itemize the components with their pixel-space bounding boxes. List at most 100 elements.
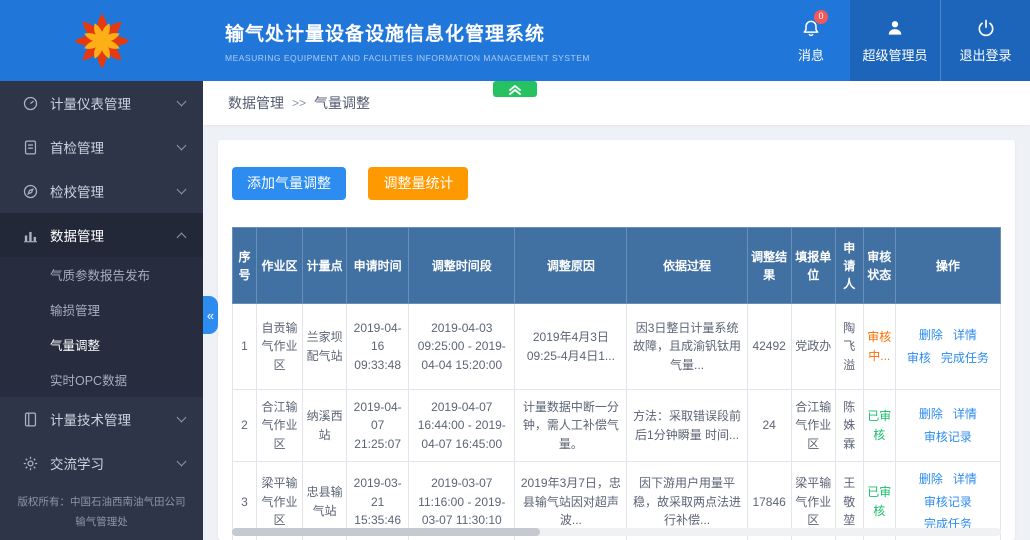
petrochina-logo-icon (74, 13, 129, 68)
submenu-item-gas-quality-report[interactable]: 气质参数报告发布 (0, 257, 203, 292)
logo (0, 0, 203, 81)
main-content: 数据管理 >> 气量调整 添加气量调整 调整量统计 序号 作业区 计量点 申请时… (203, 81, 1030, 540)
logout-button[interactable]: 退出登录 (940, 0, 1030, 81)
cell-result: 24 (746, 389, 792, 462)
logout-label: 退出登录 (959, 47, 1012, 63)
sidebar-item-verification[interactable]: 检校管理 (0, 169, 203, 213)
sidebar-menu: 计量仪表管理 首检管理 检校管理 数据管理 气质参数报告发布 输损管理 气量调整… (0, 81, 203, 485)
sidebar-item-label: 首检管理 (50, 141, 104, 156)
chevron-down-icon (176, 412, 187, 423)
breadcrumb: 数据管理 >> 气量调整 (203, 81, 1030, 125)
sidebar-item-label: 检校管理 (50, 185, 104, 200)
adjustments-table-wrap: 序号 作业区 计量点 申请时间 调整时间段 调整原因 依据过程 调整结果 填报单… (231, 227, 1002, 540)
status-badge: 已审核 (867, 485, 892, 518)
bar-chart-icon (22, 227, 39, 244)
cell-status: 已审核 (862, 389, 896, 462)
breadcrumb-page: 气量调整 (314, 95, 371, 111)
app-title: 输气处计量设备设施信息化管理系统 (225, 23, 546, 45)
cell-area: 自贡输气作业区 (256, 303, 304, 390)
messages-badge: 0 (814, 9, 828, 24)
cell-applicant: 陶飞溢 (834, 303, 864, 390)
action-detail[interactable]: 详情 (953, 470, 977, 489)
cell-basis: 方法：采取错误段前后1分钟瞬量 时间... (626, 389, 748, 462)
gear-icon (22, 455, 39, 472)
cell-unit: 合江输气作业区 (790, 389, 836, 462)
copyright-line2: 输气管理处 (75, 515, 128, 528)
submenu-item-realtime-opc[interactable]: 实时OPC数据 (0, 362, 203, 397)
cell-reason: 2019年4月3日09:25-4月4日1... (514, 303, 628, 390)
scrollbar-thumb[interactable] (232, 528, 540, 536)
cell-period: 2019-04-03 09:25:00 - 2019-04-04 15:20:0… (408, 303, 516, 390)
document-icon (22, 139, 39, 156)
action-review[interactable]: 审核 (907, 349, 931, 368)
action-review-record[interactable]: 审核记录 (924, 493, 972, 512)
cell-seq: 1 (231, 303, 258, 390)
action-detail[interactable]: 详情 (953, 405, 977, 424)
cell-basis: 因3日整日计量系统故障，且成渝钒钛用气量... (626, 303, 748, 390)
add-adjustment-button[interactable]: 添加气量调整 (232, 167, 346, 200)
action-delete[interactable]: 删除 (919, 470, 943, 489)
double-chevron-up-icon (509, 84, 521, 95)
messages-label: 消息 (797, 47, 824, 63)
sidebar-item-label: 交流学习 (50, 457, 104, 472)
cell-status: 审核中... (862, 303, 896, 390)
action-review-record[interactable]: 审核记录 (924, 428, 972, 447)
action-complete-task[interactable]: 完成任务 (941, 349, 989, 368)
cell-area: 合江输气作业区 (256, 389, 304, 462)
copyright: 版权所有：中国石油西南油气田公司 输气管理处 (0, 485, 203, 540)
sidebar-item-first-inspection[interactable]: 首检管理 (0, 125, 203, 169)
chevron-down-icon (176, 184, 187, 195)
cell-applicant: 陈姝霖 (834, 389, 864, 462)
col-header-area: 作业区 (256, 227, 304, 304)
admin-label: 超级管理员 (862, 47, 928, 63)
sidebar-item-metering-technology[interactable]: 计量技术管理 (0, 397, 203, 441)
sidebar-item-label: 计量仪表管理 (50, 97, 131, 112)
data-management-submenu: 气质参数报告发布 输损管理 气量调整 实时OPC数据 (0, 257, 203, 397)
cell-point: 兰家坝配气站 (302, 303, 348, 390)
sidebar-collapse-handle[interactable]: « (203, 296, 218, 334)
breadcrumb-section[interactable]: 数据管理 (228, 93, 284, 113)
action-delete[interactable]: 删除 (919, 326, 943, 345)
sidebar-item-label: 数据管理 (50, 229, 104, 244)
sidebar-item-exchange-learning[interactable]: 交流学习 (0, 441, 203, 485)
toolbar: 添加气量调整 调整量统计 (232, 167, 1001, 200)
table-row: 2 合江输气作业区 纳溪西站 2019-04-07 21:25:07 2019-… (231, 389, 1002, 462)
adjustment-stats-button[interactable]: 调整量统计 (368, 167, 469, 200)
col-header-status: 审核状态 (862, 227, 896, 304)
admin-button[interactable]: 超级管理员 (850, 0, 940, 81)
messages-button[interactable]: 0 消息 (772, 0, 850, 81)
chevron-down-icon (176, 140, 187, 151)
cell-actions: 删除 详情审核记录 (894, 389, 1002, 462)
table-row: 1 自贡输气作业区 兰家坝配气站 2019-04-16 09:33:48 201… (231, 303, 1002, 390)
cell-actions: 删除 详情审核 完成任务 (894, 303, 1002, 390)
sidebar: 计量仪表管理 首检管理 检校管理 数据管理 气质参数报告发布 输损管理 气量调整… (0, 81, 203, 540)
title-block: 输气处计量设备设施信息化管理系统 MEASURING EQUIPMENT AND… (225, 0, 590, 81)
col-header-applicant: 申请人 (834, 227, 864, 304)
submenu-item-loss-management[interactable]: 输损管理 (0, 292, 203, 327)
col-header-point: 计量点 (302, 227, 348, 304)
cell-apply-time: 2019-04-16 09:33:48 (346, 303, 410, 390)
cell-result: 42492 (746, 303, 792, 390)
submenu-item-gas-adjustment[interactable]: 气量调整 (0, 327, 203, 362)
col-header-actions: 操作 (894, 227, 1002, 304)
gauge-icon (22, 95, 39, 112)
collapse-header-button[interactable] (493, 81, 537, 97)
adjustments-table: 序号 作业区 计量点 申请时间 调整时间段 调整原因 依据过程 调整结果 填报单… (231, 227, 1002, 540)
sidebar-item-data-management[interactable]: 数据管理 (0, 213, 203, 257)
col-header-unit: 填报单位 (790, 227, 836, 304)
app-header: 输气处计量设备设施信息化管理系统 MEASURING EQUIPMENT AND… (0, 0, 1030, 81)
col-header-basis: 依据过程 (626, 227, 748, 304)
horizontal-scrollbar[interactable] (232, 528, 1001, 536)
app-window: 输气处计量设备设施信息化管理系统 MEASURING EQUIPMENT AND… (0, 0, 1030, 540)
action-detail[interactable]: 详情 (953, 326, 977, 345)
status-badge: 已审核 (867, 408, 892, 442)
sidebar-item-label: 计量技术管理 (50, 413, 131, 428)
chevron-down-icon (176, 96, 187, 107)
col-header-period: 调整时间段 (408, 227, 516, 304)
sidebar-item-metering-instruments[interactable]: 计量仪表管理 (0, 81, 203, 125)
chevron-up-icon (176, 232, 187, 242)
action-delete[interactable]: 删除 (919, 405, 943, 424)
header-actions: 0 消息 超级管理员 退出登录 (772, 0, 1030, 81)
content-card: 添加气量调整 调整量统计 序号 作业区 计量点 申请时间 调整时间段 调整原因 … (218, 140, 1015, 540)
cell-period: 2019-04-07 16:44:00 - 2019-04-07 16:45:0… (408, 389, 516, 462)
